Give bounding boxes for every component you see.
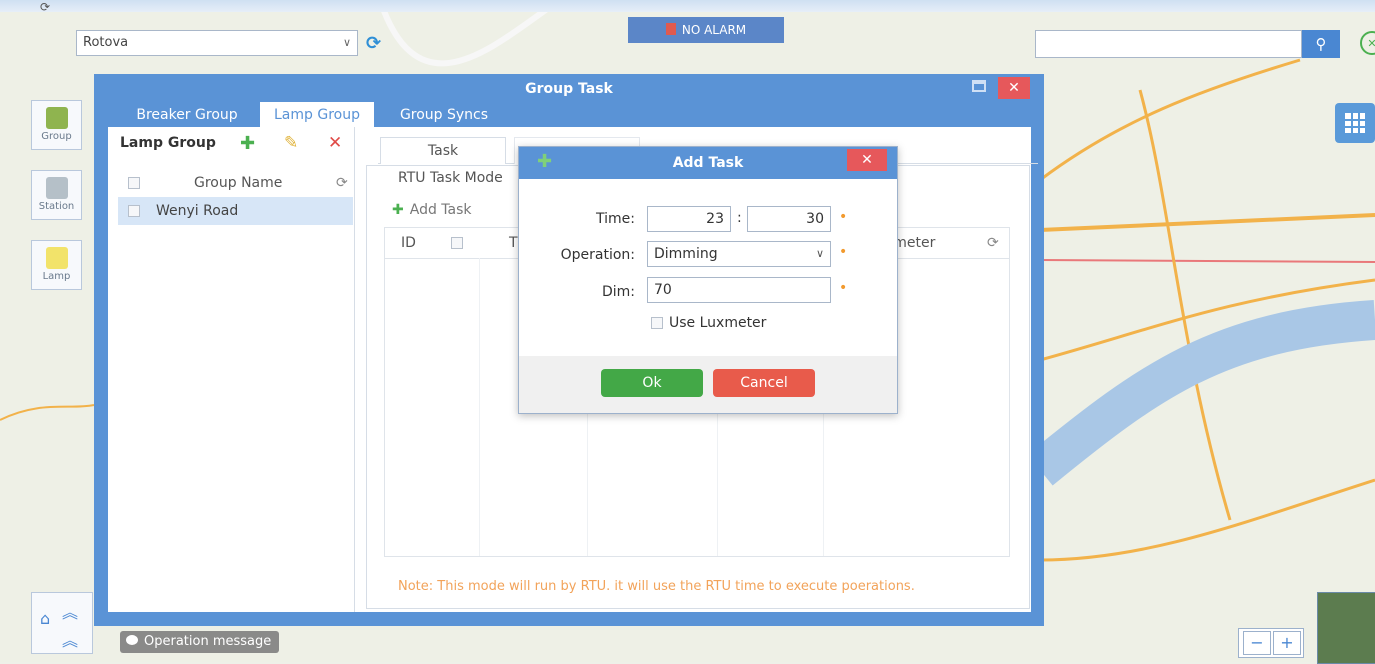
sidebar-item-label: Lamp bbox=[42, 271, 71, 282]
required-icon: • bbox=[839, 280, 848, 296]
refresh-icon[interactable]: ⟳ bbox=[336, 169, 348, 197]
search-button[interactable]: ⚲ bbox=[1302, 30, 1340, 58]
add-task-label: Add Task bbox=[409, 202, 472, 218]
maximize-icon[interactable] bbox=[972, 80, 986, 92]
zoom-out-button[interactable]: − bbox=[1243, 631, 1271, 655]
nav-up-chevron-icon[interactable]: ︽ bbox=[62, 599, 78, 623]
nav-up-icon[interactable]: ⌂ bbox=[40, 609, 50, 628]
top-frame bbox=[0, 0, 1375, 12]
task-note: Note: This mode will run by RTU. it will… bbox=[398, 579, 915, 594]
dialog-footer bbox=[519, 356, 897, 413]
tab-lamp-group[interactable]: Lamp Group bbox=[260, 102, 374, 128]
time-label: Time: bbox=[596, 211, 635, 227]
operation-select[interactable]: Dimming ∨ bbox=[647, 241, 831, 267]
sidebar-item-label: Group bbox=[41, 131, 72, 142]
refresh-icon[interactable]: ⟳ bbox=[987, 228, 999, 258]
group-icon bbox=[45, 107, 68, 129]
chevron-down-icon: ∨ bbox=[342, 36, 351, 49]
close-icon[interactable]: ✕ bbox=[847, 149, 887, 171]
group-table: Group Name ⟳ Wenyi Road bbox=[118, 169, 353, 225]
sidebar-item-lamp[interactable]: Lamp bbox=[31, 240, 82, 290]
minimap[interactable] bbox=[1317, 592, 1375, 664]
select-all-checkbox[interactable] bbox=[451, 237, 463, 249]
select-all-checkbox[interactable] bbox=[128, 177, 140, 189]
add-icon[interactable]: ✚ bbox=[240, 133, 255, 154]
lamp-group-panel: Lamp Group ✚ ✎ ✕ Group Name ⟳ Wenyi Road bbox=[108, 127, 355, 612]
window-title: Group Task bbox=[525, 81, 613, 97]
calendar-icon bbox=[1345, 113, 1365, 133]
station-select[interactable]: Rotova ∨ bbox=[76, 30, 358, 56]
row-checkbox[interactable] bbox=[128, 205, 140, 217]
operation-value: Dimming bbox=[654, 246, 718, 262]
grid-divider bbox=[479, 258, 480, 556]
cancel-button[interactable]: Cancel bbox=[713, 369, 815, 397]
group-name-cell: Wenyi Road bbox=[156, 203, 239, 219]
tab-breaker-group[interactable]: Breaker Group bbox=[130, 102, 244, 128]
dim-label: Dim: bbox=[601, 284, 635, 300]
message-icon bbox=[126, 635, 138, 645]
table-row[interactable]: Wenyi Road bbox=[118, 197, 353, 225]
plus-icon: ✚ bbox=[392, 202, 404, 218]
panel-title: Lamp Group bbox=[120, 135, 216, 151]
ok-button[interactable]: Ok bbox=[601, 369, 703, 397]
use-luxmeter-checkbox[interactable] bbox=[651, 317, 663, 329]
zoom-in-button[interactable]: + bbox=[1273, 631, 1301, 655]
minute-input[interactable]: 30 bbox=[747, 206, 831, 232]
alarm-status[interactable]: NO ALARM bbox=[628, 17, 784, 43]
dialog-title: Add Task bbox=[672, 155, 744, 171]
operation-label: Operation: bbox=[560, 247, 635, 263]
station-select-value: Rotova bbox=[83, 35, 129, 50]
mini-refresh-icon[interactable]: ⟳ bbox=[40, 0, 50, 14]
close-icon[interactable]: ✕ bbox=[998, 77, 1030, 99]
sidebar-item-label: Station bbox=[38, 201, 75, 212]
required-icon: • bbox=[839, 244, 848, 260]
refresh-icon[interactable]: ⟳ bbox=[366, 33, 381, 54]
use-luxmeter-label[interactable]: Use Luxmeter bbox=[669, 315, 766, 331]
edit-icon[interactable]: ✎ bbox=[284, 133, 298, 153]
calendar-button[interactable] bbox=[1335, 103, 1375, 143]
sidebar-item-station[interactable]: Station bbox=[31, 170, 82, 220]
column-header: T bbox=[509, 235, 518, 251]
station-icon bbox=[45, 177, 68, 199]
lamp-icon bbox=[45, 247, 68, 269]
hour-input[interactable]: 23 bbox=[647, 206, 731, 232]
delete-icon[interactable]: ✕ bbox=[328, 133, 342, 153]
nav-buttons: ⌂ ︽ ︽ bbox=[31, 592, 93, 654]
add-task-button[interactable]: ✚ Add Task bbox=[392, 202, 472, 218]
dialog-header: ✚ Add Task ✕ bbox=[519, 147, 897, 179]
column-header: Group Name bbox=[194, 175, 283, 191]
search-input[interactable] bbox=[1035, 30, 1302, 58]
operation-message-label: Operation message bbox=[144, 634, 272, 649]
table-header: Group Name ⟳ bbox=[118, 169, 353, 197]
task-mode-label: RTU Task Mode bbox=[398, 170, 503, 186]
chevron-down-icon: ∨ bbox=[815, 247, 824, 260]
search-icon: ⚲ bbox=[1315, 35, 1327, 53]
add-task-dialog: ✚ Add Task ✕ Time: 23 : 30 • Operation: … bbox=[518, 146, 898, 414]
required-icon: • bbox=[839, 209, 848, 225]
nav-up-chevron-icon[interactable]: ︽ bbox=[62, 627, 78, 651]
zoom-controls: − + bbox=[1238, 628, 1304, 658]
sidebar-item-group[interactable]: Group bbox=[31, 100, 82, 150]
time-separator: : bbox=[737, 210, 742, 226]
operation-message[interactable]: Operation message bbox=[120, 631, 280, 653]
tab-group-syncs[interactable]: Group Syncs bbox=[388, 102, 500, 128]
alarm-text: NO ALARM bbox=[681, 23, 747, 37]
tab-task[interactable]: Task bbox=[380, 137, 506, 164]
dim-input[interactable]: 70 bbox=[647, 277, 831, 303]
left-toolbar: ⟳ Group Station Lamp bbox=[0, 0, 82, 662]
column-header: ID bbox=[401, 235, 416, 251]
alarm-icon bbox=[665, 23, 676, 35]
